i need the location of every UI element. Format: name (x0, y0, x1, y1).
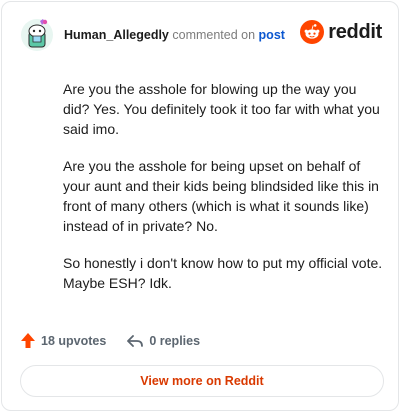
replies-button[interactable]: 0 replies (126, 333, 200, 349)
embedded-comment-card: Human_Allegedly commented on post reddit… (1, 1, 399, 411)
reddit-brand[interactable]: reddit (300, 20, 382, 44)
comment-paragraph: Are you the asshole for being upset on b… (63, 158, 379, 234)
upvote-arrow-icon (21, 333, 35, 348)
upvote-button[interactable]: 18 upvotes (20, 332, 106, 349)
reddit-logo-icon (300, 20, 325, 44)
reddit-wordmark: reddit (328, 20, 382, 43)
reply-arrow-icon (127, 334, 144, 347)
snoo-avatar-icon (21, 19, 53, 51)
comment-paragraph: Are you the asshole for blowing up the w… (63, 81, 380, 137)
comment-header: Human_Allegedly commented on post reddit (20, 17, 384, 53)
comment-paragraph: So honestly i don't know how to put my o… (63, 255, 383, 291)
post-link[interactable]: post (259, 28, 285, 42)
comment-actions: 18 upvotes 0 replies (20, 332, 200, 349)
author-name[interactable]: Human_Allegedly (64, 28, 169, 42)
view-more-button[interactable]: View more on Reddit (20, 365, 384, 397)
user-avatar[interactable] (20, 18, 54, 52)
reply-count: 0 replies (149, 333, 201, 348)
comment-meta: Human_Allegedly commented on post (64, 28, 285, 42)
upvote-count: 18 upvotes (41, 333, 107, 348)
comment-body: Are you the asshole for blowing up the w… (63, 79, 383, 310)
commented-on-label: commented on (172, 28, 256, 42)
